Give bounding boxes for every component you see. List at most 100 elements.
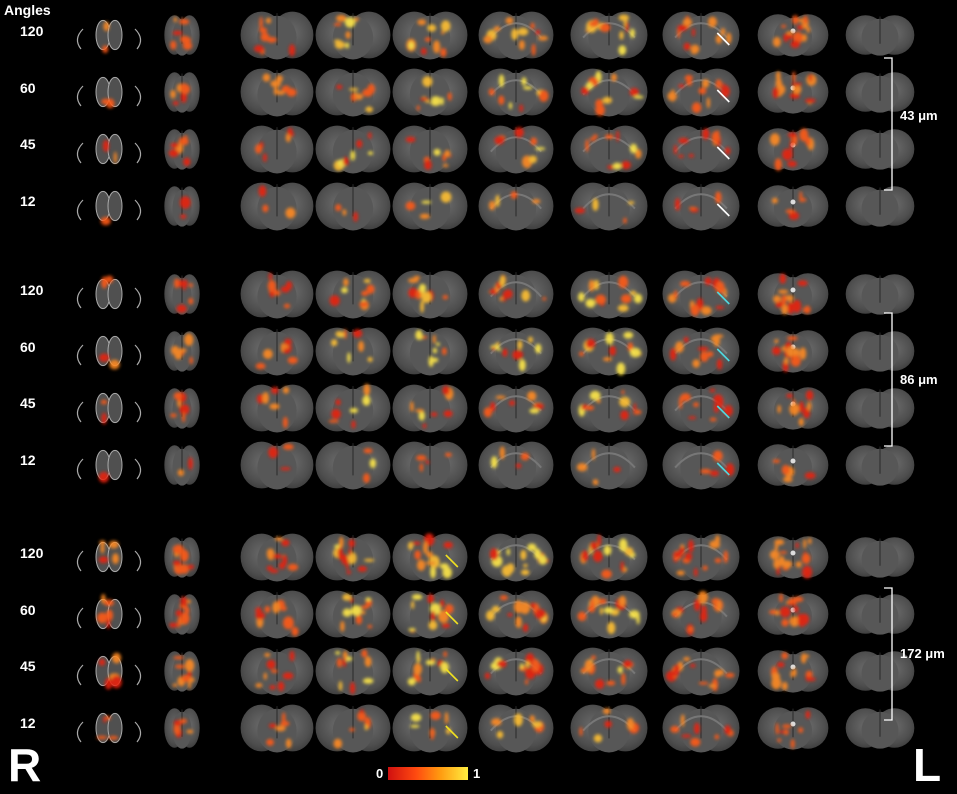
- brain-slice: [164, 72, 200, 113]
- brain-slice: [164, 15, 200, 56]
- brain-slice: [757, 536, 829, 579]
- brain-slice: [392, 533, 468, 582]
- brain-slice: [845, 331, 915, 372]
- brain-slice: [757, 650, 829, 693]
- brain-slice: [478, 441, 554, 490]
- brain-slice: [76, 133, 142, 165]
- brain-slice: [662, 704, 740, 753]
- brain-slice: [478, 327, 554, 376]
- brain-slice: [662, 68, 740, 117]
- brain-slice: [570, 384, 648, 433]
- brain-slice: [662, 270, 740, 319]
- brain-slice: [845, 708, 915, 749]
- brain-slice: [164, 129, 200, 170]
- brain-slice: [478, 270, 554, 319]
- brain-slice: [76, 76, 142, 109]
- brain-slice: [757, 273, 829, 316]
- brain-slice: [662, 125, 740, 174]
- brain-slice: [392, 68, 468, 117]
- brain-slice: [662, 182, 740, 231]
- brain-slice: [570, 533, 648, 582]
- brain-slice: [240, 590, 314, 639]
- colorbar-max-label: 1: [473, 766, 481, 781]
- brain-slice: [662, 11, 740, 60]
- brain-slice: [76, 335, 142, 370]
- brain-slice: [240, 384, 314, 433]
- brain-slice: [392, 647, 468, 696]
- brain-slice: [315, 704, 391, 753]
- brain-slice: [757, 330, 829, 373]
- brain-slice: [315, 647, 391, 696]
- brain-slice: [315, 68, 391, 117]
- brain-slice: [240, 647, 314, 696]
- brain-slice: [164, 537, 200, 578]
- brain-slice: [76, 275, 142, 310]
- brain-slice: [662, 441, 740, 490]
- brain-slice: [662, 647, 740, 696]
- brain-slice: [240, 182, 314, 231]
- brain-slice: [315, 182, 391, 231]
- brain-slice: [240, 68, 314, 117]
- brain-slice: [164, 388, 200, 429]
- brain-slice: [570, 68, 648, 117]
- brain-slice: [76, 190, 142, 226]
- brain-slice: [757, 387, 829, 430]
- brain-slice: [392, 270, 468, 319]
- brain-slice: [315, 327, 391, 376]
- brain-slice: [478, 125, 554, 174]
- brain-slice: [392, 11, 468, 60]
- brain-slice: [570, 590, 648, 639]
- brain-slice: [392, 384, 468, 433]
- brain-slice: [662, 384, 740, 433]
- brain-slice: [845, 129, 915, 170]
- brain-slice: [240, 441, 314, 490]
- brain-slice: [76, 652, 142, 690]
- orientation-right-label: R: [8, 739, 42, 791]
- brain-slice: [757, 185, 829, 228]
- brain-slice: [240, 125, 314, 174]
- brain-slice: [76, 712, 142, 744]
- brain-slice: [315, 11, 391, 60]
- brain-slice: [570, 327, 648, 376]
- brain-slice: [478, 11, 554, 60]
- brain-slice: [76, 593, 142, 630]
- brain-slice: [570, 270, 648, 319]
- brain-slice: [570, 647, 648, 696]
- brain-slice: [315, 125, 391, 174]
- brain-slice: [757, 14, 829, 57]
- brain-slice: [164, 445, 200, 486]
- brain-slice: [164, 594, 200, 635]
- brain-slice: [240, 11, 314, 60]
- brain-slice: [315, 441, 391, 490]
- brain-slice: [315, 590, 391, 639]
- brain-slice: [845, 537, 915, 578]
- brain-slice: [392, 704, 468, 753]
- brain-slice: [478, 182, 554, 231]
- brain-slice: [845, 186, 915, 227]
- brain-slice-grid: [76, 11, 915, 753]
- orientation-left-label: L: [913, 739, 942, 791]
- brain-slice: [392, 182, 468, 231]
- brain-slice: [392, 125, 468, 174]
- brain-slice: [757, 128, 829, 171]
- brain-slice: [478, 68, 554, 117]
- brain-slice: [845, 274, 915, 315]
- brain-slice: [570, 11, 648, 60]
- resolution-label: 43 μm: [900, 108, 938, 123]
- brain-slice: [392, 590, 468, 639]
- brain-slice: [164, 708, 200, 749]
- brain-slice: [164, 331, 200, 372]
- brain-slice: [240, 270, 314, 319]
- brain-slice: [240, 327, 314, 376]
- brain-slice: [757, 71, 829, 114]
- brain-slice: [76, 449, 142, 483]
- brain-slice: [757, 444, 829, 487]
- brain-slice: [845, 15, 915, 56]
- brain-slice: [392, 441, 468, 490]
- brain-slice: [392, 327, 468, 376]
- brain-slice: [845, 594, 915, 635]
- brain-slice: [478, 533, 554, 582]
- colorbar: [388, 767, 468, 780]
- brain-slice: [240, 533, 314, 582]
- brain-slice: [662, 590, 740, 639]
